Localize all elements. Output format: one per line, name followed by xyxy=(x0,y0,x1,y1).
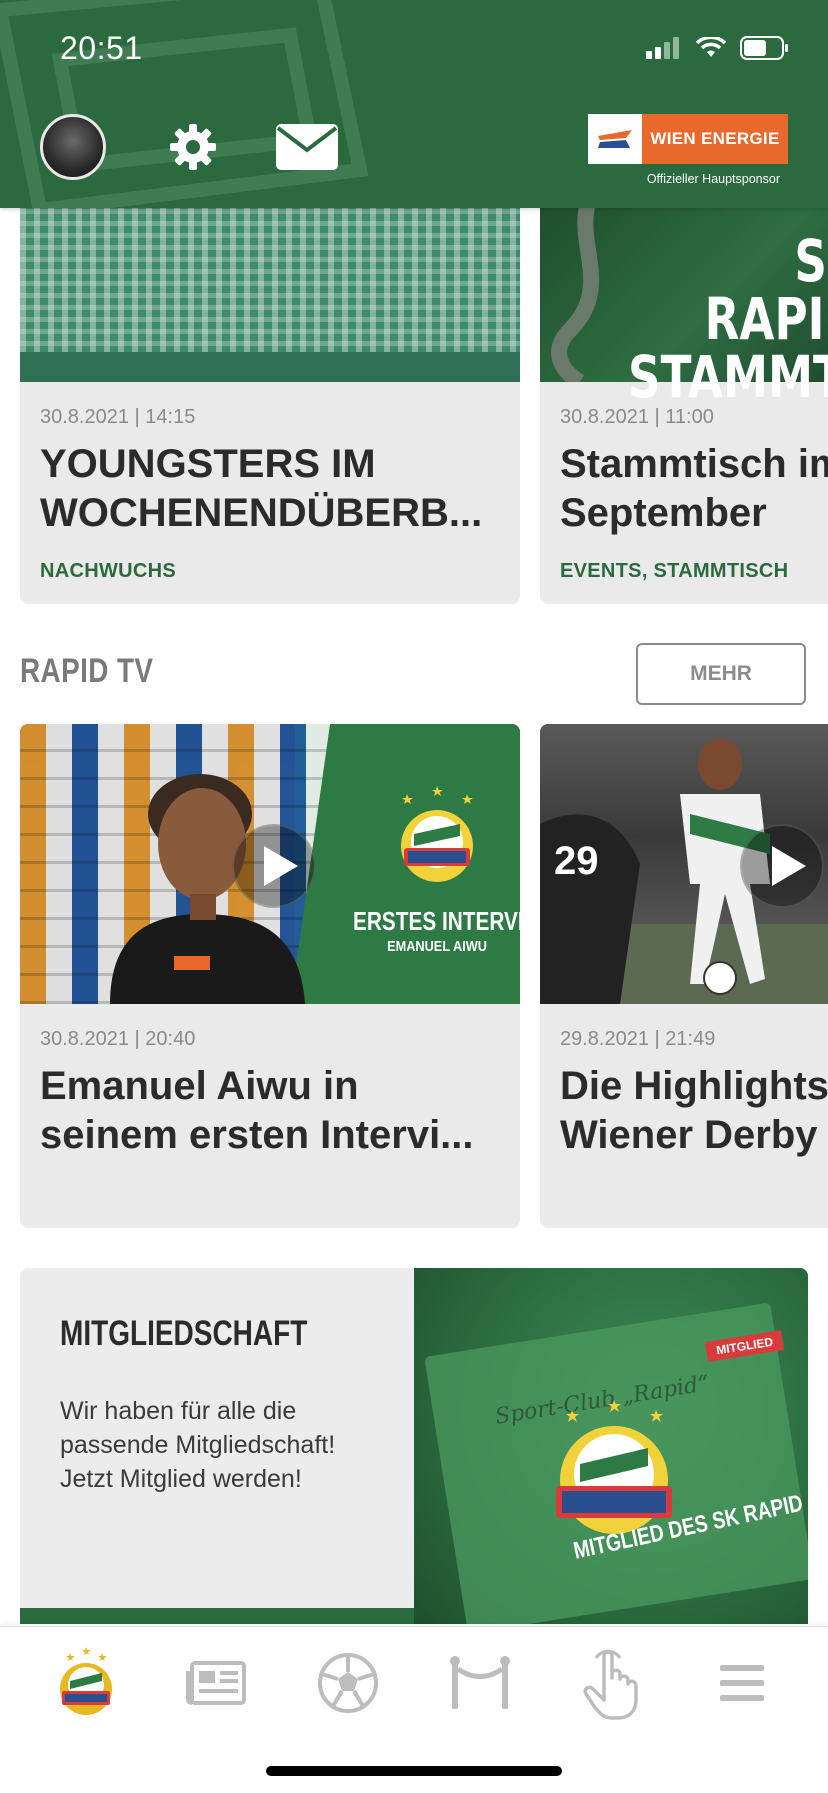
menu-icon xyxy=(720,1665,764,1701)
tab-interactive[interactable] xyxy=(572,1643,652,1723)
svg-text:29: 29 xyxy=(554,839,599,883)
tab-stadium[interactable] xyxy=(440,1643,520,1723)
tab-matches[interactable] xyxy=(308,1643,388,1723)
home-indicator[interactable] xyxy=(266,1766,562,1776)
news-title: Stammtisch im September xyxy=(560,442,828,535)
news-category: NACHWUCHS xyxy=(40,560,177,582)
wifi-icon xyxy=(696,37,726,57)
sponsor-logo: WIEN ENERGIE xyxy=(588,114,788,164)
mehr-button[interactable]: MEHR xyxy=(636,643,806,705)
hand-pointer-icon xyxy=(583,1649,638,1720)
video-thumbnail: 29 xyxy=(540,724,828,1004)
soccer-ball-icon xyxy=(318,1653,378,1713)
membership-text: Wir haben für alle die passende Mitglied… xyxy=(60,1397,336,1493)
news-date: 30.8.2021 | 11:00 xyxy=(560,406,714,428)
tab-news[interactable] xyxy=(176,1643,256,1723)
membership-title: MITGLIEDSCHAFT xyxy=(60,1314,308,1353)
stammtisch-image-text: SK RAPID STAMMTISCH xyxy=(628,227,828,411)
video-image-subtitle: EMANUEL AIWU xyxy=(387,938,487,955)
goal-icon xyxy=(450,1656,510,1709)
video-title: Emanuel Aiwu in seinem ersten Intervi... xyxy=(40,1064,474,1157)
news-title: YOUNGSTERS IM WOCHENENDÜBERB... xyxy=(40,442,483,535)
user-avatar[interactable] xyxy=(40,114,106,180)
status-icons xyxy=(646,36,790,60)
newspaper-icon xyxy=(186,1661,246,1705)
battery-icon xyxy=(740,36,788,60)
video-date: 30.8.2021 | 20:40 xyxy=(40,1028,196,1050)
sponsor-subtitle: Offizieller Hauptsponsor xyxy=(646,172,780,186)
play-icon[interactable] xyxy=(740,824,824,908)
news-category: EVENTS, STAMMTISCH xyxy=(560,560,789,582)
wien-energie-mark-icon xyxy=(588,114,642,164)
membership-image: Sport-Club „Rapid“ MITGLIED MITGLIED DES… xyxy=(414,1268,808,1624)
membership-card[interactable]: MITGLIEDSCHAFT Wir haben für alle die pa… xyxy=(20,1268,808,1624)
news-card[interactable]: 30.8.2021 | 14:15 YOUNGSTERS IM WOCHENEN… xyxy=(20,170,520,604)
section-title-rapid-tv: RAPID TV xyxy=(20,652,154,690)
video-date: 29.8.2021 | 21:49 xyxy=(560,1028,716,1050)
video-thumbnail: ERSTES INTERVIEW EMANUEL AIWU xyxy=(20,724,520,1004)
tab-home[interactable] xyxy=(46,1643,126,1723)
app-header: 20:51 WIEN ENERGIE Offizieller Hauptspon… xyxy=(0,0,828,208)
mail-icon[interactable] xyxy=(276,124,338,170)
sponsor-banner[interactable]: WIEN ENERGIE Offizieller Hauptsponsor xyxy=(588,114,788,186)
rapid-logo-icon xyxy=(60,1647,112,1715)
status-time: 20:51 xyxy=(60,30,143,66)
video-card[interactable]: 29 29.8.2021 | 21:49 Die Highlights Wien… xyxy=(540,724,828,1228)
video-image-title: ERSTES INTERVIEW xyxy=(353,906,520,936)
sponsor-name: WIEN ENERGIE xyxy=(642,114,788,164)
tab-menu[interactable] xyxy=(702,1643,782,1723)
rapid-logo-icon xyxy=(401,786,473,882)
video-card[interactable]: ERSTES INTERVIEW EMANUEL AIWU 30.8.2021 … xyxy=(20,724,520,1228)
video-title: Die Highlights Wiener Derby xyxy=(560,1064,828,1157)
gear-icon[interactable] xyxy=(168,122,218,172)
rapid-watermark-icon xyxy=(0,0,369,208)
news-date: 30.8.2021 | 14:15 xyxy=(40,406,196,428)
news-card[interactable]: SK RAPID STAMMTISCH 30.8.2021 | 11:00 St… xyxy=(540,170,828,604)
play-icon[interactable] xyxy=(232,824,316,908)
signal-icon xyxy=(646,37,679,59)
